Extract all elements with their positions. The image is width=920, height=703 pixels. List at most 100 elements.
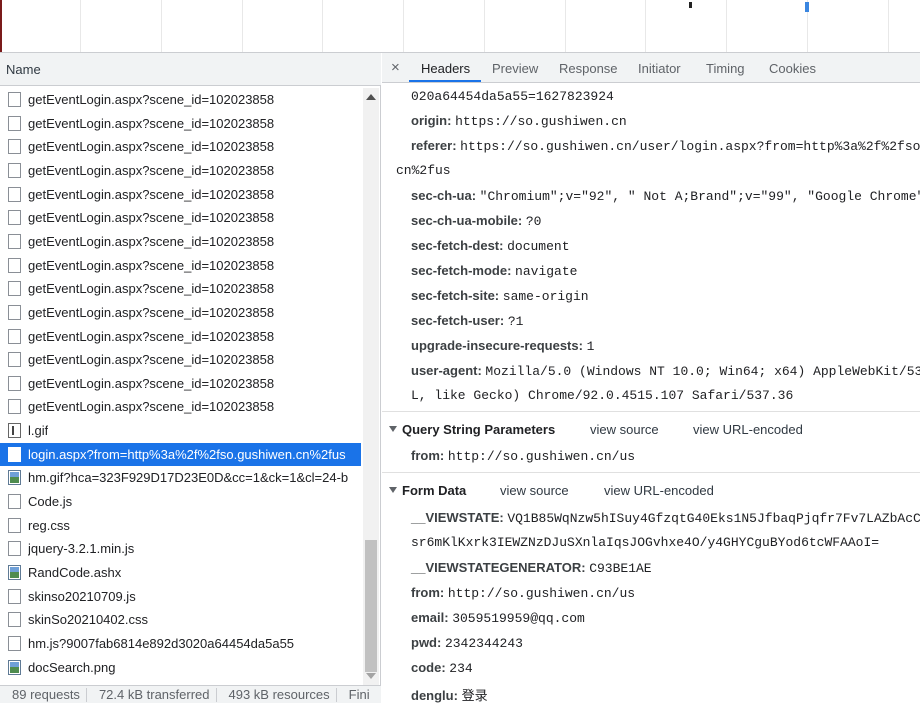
document-icon (8, 304, 21, 320)
scrollbar-thumb[interactable] (365, 540, 377, 672)
header-value: 1 (586, 339, 595, 354)
request-row[interactable]: docSearch.png (0, 656, 361, 679)
header-key: sec-fetch-mode: (411, 263, 512, 278)
active-tab-indicator (409, 80, 481, 82)
image-icon (8, 470, 21, 486)
close-icon[interactable]: × (391, 59, 400, 76)
request-row[interactable]: getEventLogin.aspx?scene_id=102023858 (0, 395, 361, 418)
query-view-source-link[interactable]: view source (590, 422, 659, 437)
scroll-down-arrow-icon[interactable] (366, 673, 376, 679)
request-name: hm.gif?hca=323F929D17D23E0D&cc=1&ck=1&cl… (28, 470, 349, 486)
param-value: 登录 (461, 689, 488, 703)
timeline-gridline (161, 0, 162, 52)
image-icon (8, 565, 21, 580)
request-row[interactable]: login.aspx?from=http%3a%2f%2fso.gushiwen… (0, 442, 361, 466)
query-string-title: Query String Parameters (402, 422, 556, 437)
text-file-icon (8, 423, 21, 439)
header-value: same-origin (502, 289, 589, 304)
header-value: ?1 (507, 314, 524, 329)
request-row[interactable]: hm.js?9007fab6814e892d3020a64454da5a55 (0, 632, 361, 655)
request-row[interactable]: getEventLogin.aspx?scene_id=102023858 (0, 277, 361, 300)
form-param-viewstategenerator: __VIEWSTATEGENERATOR: C93BE1AE (411, 560, 652, 576)
request-row[interactable]: jquery-3.2.1.min.js (0, 537, 361, 560)
header-row-cookie: 020a64454da5a55=1627823924 (411, 88, 614, 104)
document-icon (8, 92, 21, 107)
request-name: getEventLogin.aspx?scene_id=102023858 (28, 92, 275, 107)
header-value: Mozilla/5.0 (Windows NT 10.0; Win64; x64… (485, 364, 920, 379)
query-param-from: from: http://so.gushiwen.cn/us (411, 448, 635, 464)
timeline-gridline (645, 0, 646, 52)
tab-response[interactable]: Response (559, 61, 618, 76)
form-param-denglu: denglu: 登录 (411, 685, 488, 703)
timeline-gridline (888, 0, 889, 52)
param-key: email: (411, 610, 449, 625)
name-column-header[interactable]: Name (0, 53, 381, 86)
request-row[interactable]: Code.js (0, 490, 361, 513)
request-row[interactable]: getEventLogin.aspx?scene_id=102023858 (0, 301, 361, 324)
tab-cookies[interactable]: Cookies (769, 61, 816, 76)
request-name: getEventLogin.aspx?scene_id=102023858 (28, 375, 275, 391)
form-view-source-link[interactable]: view source (500, 483, 569, 498)
param-value: 2342344243 (444, 636, 523, 651)
timeline-gridline (565, 0, 566, 52)
form-param-email: email: 3059519959@qq.com (411, 610, 585, 626)
tab-timing[interactable]: Timing (706, 61, 745, 76)
document-icon (8, 635, 21, 651)
request-row[interactable]: getEventLogin.aspx?scene_id=102023858 (0, 112, 361, 135)
document-icon (8, 115, 21, 131)
resources-size: 493 kB resources (228, 687, 330, 702)
request-row[interactable]: reg.css (0, 514, 361, 537)
request-name: getEventLogin.aspx?scene_id=102023858 (28, 139, 275, 155)
request-row[interactable]: hm.gif?hca=323F929D17D23E0D&cc=1&ck=1&cl… (0, 466, 361, 489)
request-row[interactable]: getEventLogin.aspx?scene_id=102023858 (0, 254, 361, 277)
request-name: getEventLogin.aspx?scene_id=102023858 (28, 352, 275, 368)
tab-preview[interactable]: Preview (492, 61, 538, 76)
form-view-url-encoded-link[interactable]: view URL-encoded (604, 483, 714, 498)
request-row[interactable]: getEventLogin.aspx?scene_id=102023858 (0, 183, 361, 206)
section-divider (382, 411, 920, 412)
param-value: 3059519959@qq.com (452, 611, 585, 626)
header-key: sec-fetch-dest: (411, 238, 504, 253)
request-row[interactable]: skinSo20210402.css (0, 608, 361, 631)
timeline-request-mark (805, 2, 809, 12)
scroll-up-arrow-icon[interactable] (366, 94, 376, 100)
request-row[interactable]: getEventLogin.aspx?scene_id=102023858 (0, 159, 361, 182)
request-row[interactable]: skinso20210709.js (0, 585, 361, 608)
timeline-gridline (242, 0, 243, 52)
document-icon (8, 139, 21, 155)
request-row[interactable]: getEventLogin.aspx?scene_id=102023858 (0, 206, 361, 229)
request-details-pane: × Headers Preview Response Initiator Tim… (382, 53, 920, 703)
request-name: skinSo20210402.css (28, 612, 148, 628)
document-icon (8, 541, 21, 557)
request-row[interactable]: getEventLogin.aspx?scene_id=102023858 (0, 230, 361, 253)
tab-headers[interactable]: Headers (421, 61, 470, 76)
request-name: getEventLogin.aspx?scene_id=102023858 (28, 210, 275, 226)
finish-time: Fini (348, 687, 370, 702)
document-icon (8, 588, 21, 604)
request-row[interactable]: getEventLogin.aspx?scene_id=102023858 (0, 88, 361, 111)
header-key: origin: (411, 113, 452, 128)
timeline-left-edge (0, 0, 2, 52)
collapse-triangle-icon[interactable] (389, 426, 397, 432)
header-value: "Chromium";v="92", " Not A;Brand";v="99"… (479, 189, 920, 204)
request-row[interactable]: getEventLogin.aspx?scene_id=102023858 (0, 372, 361, 395)
param-key: pwd: (411, 635, 442, 650)
request-row[interactable]: getEventLogin.aspx?scene_id=102023858 (0, 325, 361, 348)
request-row[interactable]: getEventLogin.aspx?scene_id=102023858 (0, 135, 361, 158)
document-icon (8, 281, 21, 297)
query-string-section-header[interactable]: Query String Parameters (389, 422, 555, 437)
param-value-continuation: sr6mKlKxrk3IEWZNzDJuSXnlaIqsJOGvhxe4O/y4… (411, 535, 880, 550)
query-view-url-encoded-link[interactable]: view URL-encoded (693, 422, 803, 437)
tab-initiator[interactable]: Initiator (638, 61, 681, 76)
request-row[interactable]: RandCode.ashx (0, 561, 361, 584)
request-row[interactable]: l.gif (0, 419, 361, 442)
collapse-triangle-icon[interactable] (389, 487, 397, 493)
form-data-section-header[interactable]: Form Data (389, 483, 466, 498)
document-icon (8, 352, 21, 368)
request-name: login.aspx?from=http%3a%2f%2fso.gushiwen… (28, 446, 346, 462)
network-overview-timeline[interactable] (0, 0, 920, 53)
request-list-scrollbar[interactable] (363, 88, 379, 687)
param-value: http://so.gushiwen.cn/us (447, 449, 636, 464)
document-icon (8, 210, 21, 226)
request-row[interactable]: getEventLogin.aspx?scene_id=102023858 (0, 348, 361, 371)
